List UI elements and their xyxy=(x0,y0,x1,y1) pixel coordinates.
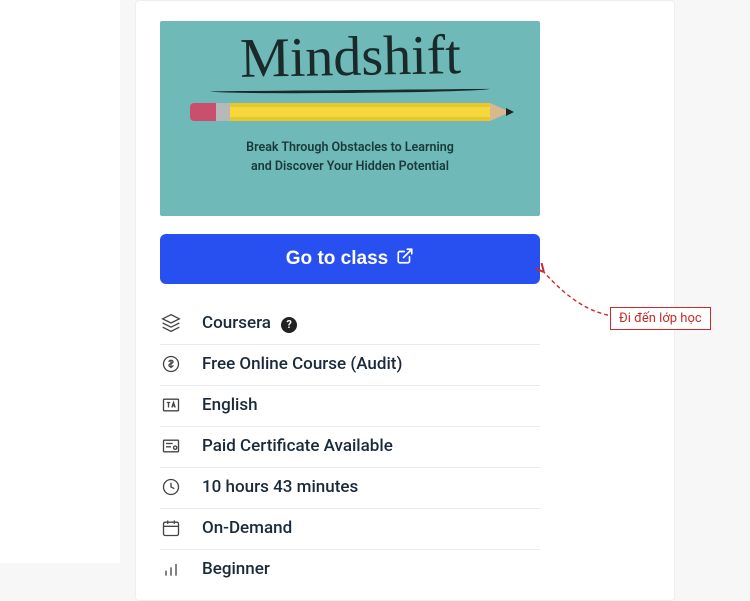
pencil-icon xyxy=(190,99,510,125)
dollar-icon xyxy=(160,353,182,375)
certificate-label: Paid Certificate Available xyxy=(202,436,393,456)
language-icon xyxy=(160,394,182,416)
course-details-list: Coursera ? Free Online Course (Audit) En… xyxy=(160,304,540,590)
availability-label: On-Demand xyxy=(202,518,292,538)
external-link-icon xyxy=(396,247,414,271)
course-card: Mindshift Break Through Obstacles to Lea… xyxy=(135,0,675,601)
calendar-icon xyxy=(160,517,182,539)
cta-label: Go to class xyxy=(286,248,388,270)
language-label: English xyxy=(202,395,258,415)
detail-row-language: English xyxy=(160,386,540,427)
go-to-class-button[interactable]: Go to class xyxy=(160,234,540,284)
course-banner: Mindshift Break Through Obstacles to Lea… xyxy=(160,21,540,216)
bar-chart-icon xyxy=(160,558,182,580)
certificate-icon xyxy=(160,435,182,457)
pricing-label: Free Online Course (Audit) xyxy=(202,354,402,374)
detail-row-provider: Coursera ? xyxy=(160,304,540,345)
duration-label: 10 hours 43 minutes xyxy=(202,477,358,497)
banner-subtitle: Break Through Obstacles to Learning and … xyxy=(246,139,454,177)
detail-row-duration: 10 hours 43 minutes xyxy=(160,468,540,509)
annotation-callout: Đi đến lớp học xyxy=(610,307,711,330)
level-label: Beginner xyxy=(202,559,270,579)
detail-row-availability: On-Demand xyxy=(160,509,540,550)
provider-label: Coursera ? xyxy=(202,313,297,333)
clock-icon xyxy=(160,476,182,498)
banner-title: Mindshift xyxy=(239,27,461,87)
info-icon[interactable]: ? xyxy=(281,317,297,333)
stack-icon xyxy=(160,312,182,334)
banner-graphic xyxy=(190,87,510,125)
detail-row-certificate: Paid Certificate Available xyxy=(160,427,540,468)
detail-row-pricing: Free Online Course (Audit) xyxy=(160,345,540,386)
left-sidebar-fragment xyxy=(0,0,120,563)
detail-row-level: Beginner xyxy=(160,550,540,590)
